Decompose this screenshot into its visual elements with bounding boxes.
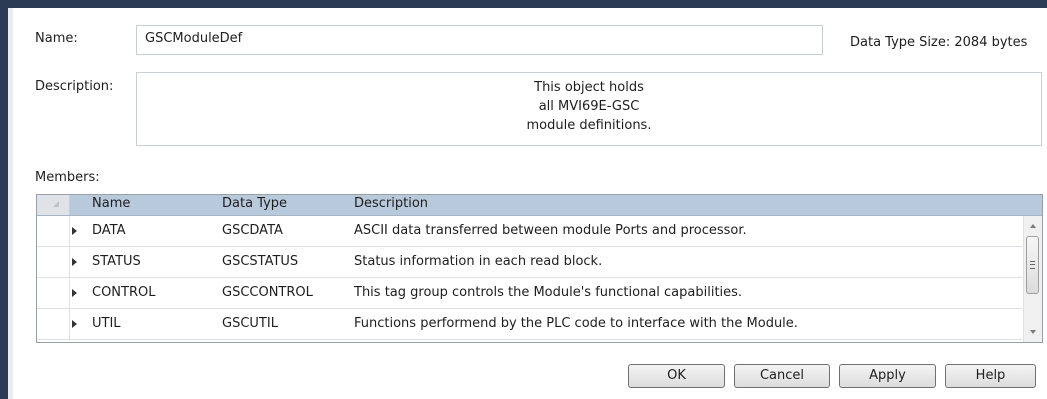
name-field[interactable]: GSCModuleDef [136,25,823,55]
description-label: Description: [35,79,114,94]
column-header-name[interactable]: Name [92,196,130,211]
size-value: 2084 bytes [954,35,1028,50]
column-header-data-type[interactable]: Data Type [222,196,287,211]
member-description: This tag group controls the Module's fun… [354,285,743,300]
expand-arrow-icon[interactable] [72,227,77,235]
expand-arrow-icon[interactable] [72,320,77,328]
description-line: all MVI69E-GSC [538,99,640,114]
window-frame-left [0,8,8,399]
help-button[interactable]: Help [945,364,1036,388]
member-data-type: GSCUTIL [222,316,278,331]
window-frame-top [0,0,1047,8]
name-value: GSCModuleDef [145,31,243,46]
select-all-corner[interactable] [37,195,70,215]
table-row[interactable]: UTIL GSCUTIL Functions performend by the… [37,309,1022,340]
member-name: UTIL [92,316,121,331]
table-row[interactable]: CONTROL GSCCONTROL This tag group contro… [37,278,1022,309]
scroll-thumb[interactable] [1026,236,1039,294]
size-label: Data Type Size: [850,35,951,50]
data-type-size-label: Data Type Size: 2084 bytes [850,35,1027,50]
grid-header: Name Data Type Description [37,195,1042,216]
vertical-scrollbar[interactable] [1023,216,1042,342]
member-data-type: GSCCONTROL [222,285,313,300]
table-row[interactable]: STATUS GSCSTATUS Status information in e… [37,247,1022,278]
description-line: This object holds [534,80,644,95]
apply-button[interactable]: Apply [839,364,936,388]
member-name: CONTROL [92,285,156,300]
row-selector[interactable] [37,309,70,339]
expand-arrow-icon[interactable] [72,289,77,297]
column-header-description[interactable]: Description [354,196,428,211]
row-selector[interactable] [37,278,70,308]
scroll-down-icon[interactable] [1030,330,1036,334]
members-grid[interactable]: Name Data Type Description DATA GSCDATA … [36,194,1043,343]
name-label: Name: [35,31,78,46]
row-selector[interactable] [37,216,70,246]
row-selector[interactable] [37,247,70,277]
cancel-button[interactable]: Cancel [734,364,830,388]
member-description: Functions performend by the PLC code to … [354,316,798,331]
scroll-up-icon[interactable] [1030,224,1036,228]
member-data-type: GSCSTATUS [222,254,299,269]
member-data-type: GSCDATA [222,223,283,238]
description-line: module definitions. [526,118,652,133]
member-description: ASCII data transferred between module Po… [354,223,747,238]
corner-triangle-icon [53,201,59,207]
grip-icon [1030,261,1035,269]
expand-arrow-icon[interactable] [72,258,77,266]
window-frame-left-inner [8,8,13,399]
member-name: STATUS [92,254,141,269]
member-name: DATA [92,223,126,238]
ok-button[interactable]: OK [628,364,725,388]
description-field[interactable]: This object holds all MVI69E-GSC module … [136,72,1042,146]
member-description: Status information in each read block. [354,254,603,269]
members-label: Members: [35,170,100,185]
table-row[interactable]: DATA GSCDATA ASCII data transferred betw… [37,216,1022,247]
